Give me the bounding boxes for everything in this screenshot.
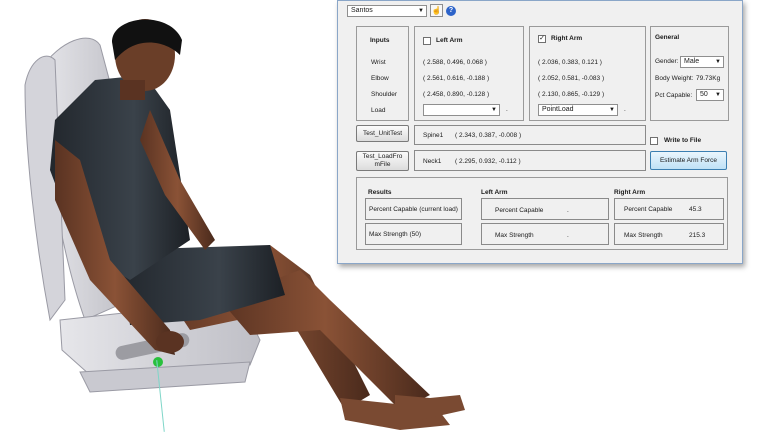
results-left-arm-header: Left Arm [481,189,508,196]
results-header: Results [368,189,392,196]
results-panel: Results Left Arm Right Arm Percent Capab… [356,177,728,250]
load-from-file-button[interactable]: Test_LoadFro mFile [356,151,409,171]
neck-value: ( 2.295, 0.932, -0.112 ) [455,158,521,165]
spine-label: Spine1 [423,132,444,139]
gender-select[interactable]: Male ▼ [680,56,724,68]
chevron-down-icon: ▼ [418,8,424,14]
chevron-down-icon: ▼ [715,59,721,65]
gender-select-value: Male [684,58,700,65]
elbow-label: Elbow [371,75,389,82]
right-max-strength-label: Max Strength [624,232,663,239]
pct-capable-select-value: 50 [700,91,708,98]
left-wrist-value: ( 2.588, 0.496, 0.068 ) [423,59,487,66]
percent-capable-current-load-label: Percent Capable (current load) [369,206,458,213]
estimate-arm-force-button[interactable]: Estimate Arm Force [650,151,727,170]
right-wrist-value: ( 2.036, 0.383, 0.121 ) [538,59,602,66]
body-weight-label: Body Weight: [655,75,694,82]
left-percent-capable-box: Percent Capable . [481,198,609,220]
write-to-file-checkbox[interactable] [650,137,658,145]
left-arm-checkbox[interactable] [423,37,431,45]
chevron-down-icon: ▼ [609,107,615,113]
right-percent-capable-box: Percent Capable 45.3 [614,198,724,220]
percent-capable-row-label: Percent Capable (current load) [365,198,462,220]
left-load-value: . [506,106,508,113]
body-weight-value: 79.73Kg [696,75,721,82]
inputs-panel: Inputs Wrist Elbow Shoulder Load [356,26,409,121]
right-arm-checkbox[interactable]: ✓ [538,35,546,43]
general-header: General [655,34,680,41]
right-percent-capable-label: Percent Capable [624,206,673,213]
unit-test-button[interactable]: Test_UnitTest [356,125,409,142]
load-label: Load [371,107,386,114]
help-icon[interactable]: ? [446,6,456,16]
left-arm-label: Left Arm [436,37,463,44]
right-load-value: . [624,106,626,113]
spine-readout: Spine1 ( 2.343, 0.387, -0.008 ) [414,125,646,145]
left-max-strength-box: Max Strength . [481,223,609,245]
max-strength-row-label: Max Strength (50) [365,223,462,245]
right-load-select[interactable]: PointLoad ▼ [538,104,618,116]
load-from-file-line2: mFile [374,161,391,168]
right-arm-label: Right Arm [551,35,583,42]
wrist-label: Wrist [371,59,386,66]
left-percent-capable-label: Percent Capable [495,207,544,214]
model-select[interactable]: Santos ▼ [347,5,427,17]
left-shoulder-value: ( 2.458, 0.890, -0.128 ) [423,91,490,98]
left-load-select[interactable]: ▼ [423,104,500,116]
chevron-down-icon: ▼ [491,107,497,113]
neck-label: Neck1 [423,158,442,165]
model-select-value: Santos [351,7,373,14]
left-max-strength-value: . [567,232,569,239]
results-right-arm-header: Right Arm [614,189,646,196]
inputs-header: Inputs [370,37,390,44]
right-percent-capable-value: 45.3 [689,206,702,213]
pct-capable-select[interactable]: 50 ▼ [696,89,724,101]
right-max-strength-value: 215.3 [689,232,706,239]
spine-value: ( 2.343, 0.387, -0.008 ) [455,132,522,139]
load-from-file-line1: Test_LoadFro [362,153,403,160]
left-percent-capable-value: . [567,207,569,214]
max-strength-50-label: Max Strength (50) [369,231,422,238]
left-arm-panel: Left Arm ( 2.588, 0.496, 0.068 ) ( 2.561… [414,26,524,121]
gender-label: Gender: [655,58,679,65]
right-shoulder-value: ( 2.130, 0.865, -0.129 ) [538,91,605,98]
right-load-select-value: PointLoad [542,106,574,113]
general-panel: General Gender: Male ▼ Body Weight: 79.7… [650,26,729,121]
right-elbow-value: ( 2.052, 0.581, -0.083 ) [538,75,605,82]
hand-pointer-icon: ☝ [431,6,442,15]
arm-force-dialog: Santos ▼ ☝ ? Inputs Wrist Elbow Shoulder… [337,0,743,264]
left-max-strength-label: Max Strength [495,232,534,239]
shoulder-label: Shoulder [371,91,398,98]
neck-readout: Neck1 ( 2.295, 0.932, -0.112 ) [414,150,646,171]
write-to-file-label: Write to File [664,137,702,144]
left-elbow-value: ( 2.561, 0.616, -0.188 ) [423,75,490,82]
pct-capable-label: Pct Capable: [655,92,693,99]
chevron-down-icon: ▼ [715,92,721,98]
right-arm-panel: ✓ Right Arm ( 2.036, 0.383, 0.121 ) ( 2.… [529,26,646,121]
hand-pointer-button[interactable]: ☝ [430,4,443,17]
right-max-strength-box: Max Strength 215.3 [614,223,724,245]
